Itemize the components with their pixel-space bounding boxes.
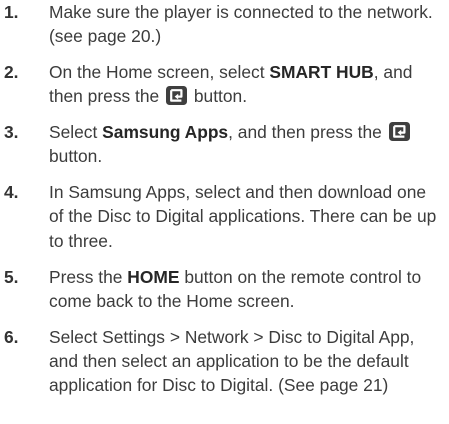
step-text: On the Home screen, select SMART HUB, an… (49, 60, 443, 108)
step-text-segment: Press the (49, 266, 128, 287)
step-number: 6. (4, 326, 19, 347)
step-text: Select Settings > Network > Disc to Digi… (49, 325, 443, 398)
step-text: Make sure the player is connected to the… (49, 0, 443, 48)
step-item: 6. Select Settings > Network > Disc to Di… (4, 325, 443, 398)
step-number: 3. (4, 122, 19, 143)
step-item: 5. Press the HOME button on the remote co… (4, 265, 443, 313)
step-text-segment: In Samsung Apps, select and then downloa… (49, 182, 437, 251)
step-text-segment: Select (49, 122, 103, 143)
enter-button-icon (166, 86, 188, 106)
step-item: 2. On the Home screen, select SMART HUB, … (4, 60, 443, 108)
step-text-segment: button. (49, 146, 103, 167)
steps-list: 1. Make sure the player is connected to t… (4, 0, 443, 397)
step-text-segment: Make sure the player is connected to the… (49, 2, 433, 47)
step-bold-term: HOME (127, 266, 180, 287)
step-text: Press the HOME button on the remote cont… (49, 265, 443, 313)
step-number: 4. (4, 182, 19, 203)
instruction-page: 1. Make sure the player is connected to t… (0, 0, 449, 424)
step-text-segment: On the Home screen, select (49, 62, 270, 83)
step-text-segment: button. (189, 86, 248, 107)
step-bold-term: SMART HUB (269, 62, 374, 83)
step-text-segment: , and then press the (228, 122, 387, 143)
step-number: 5. (4, 266, 19, 287)
step-number: 1. (4, 2, 19, 22)
step-text-segment: Select Settings > Network > Disc to Digi… (49, 326, 415, 396)
step-text: In Samsung Apps, select and then downloa… (49, 180, 443, 253)
step-bold-term: Samsung Apps (102, 122, 229, 143)
enter-button-icon (388, 122, 410, 142)
step-number: 2. (4, 62, 19, 83)
step-item: 1. Make sure the player is connected to t… (4, 0, 443, 48)
step-text: Select Samsung Apps, and then press the … (49, 120, 443, 168)
step-item: 3. Select Samsung Apps, and then press th… (4, 120, 443, 168)
step-item: 4. In Samsung Apps, select and then downl… (4, 180, 443, 253)
